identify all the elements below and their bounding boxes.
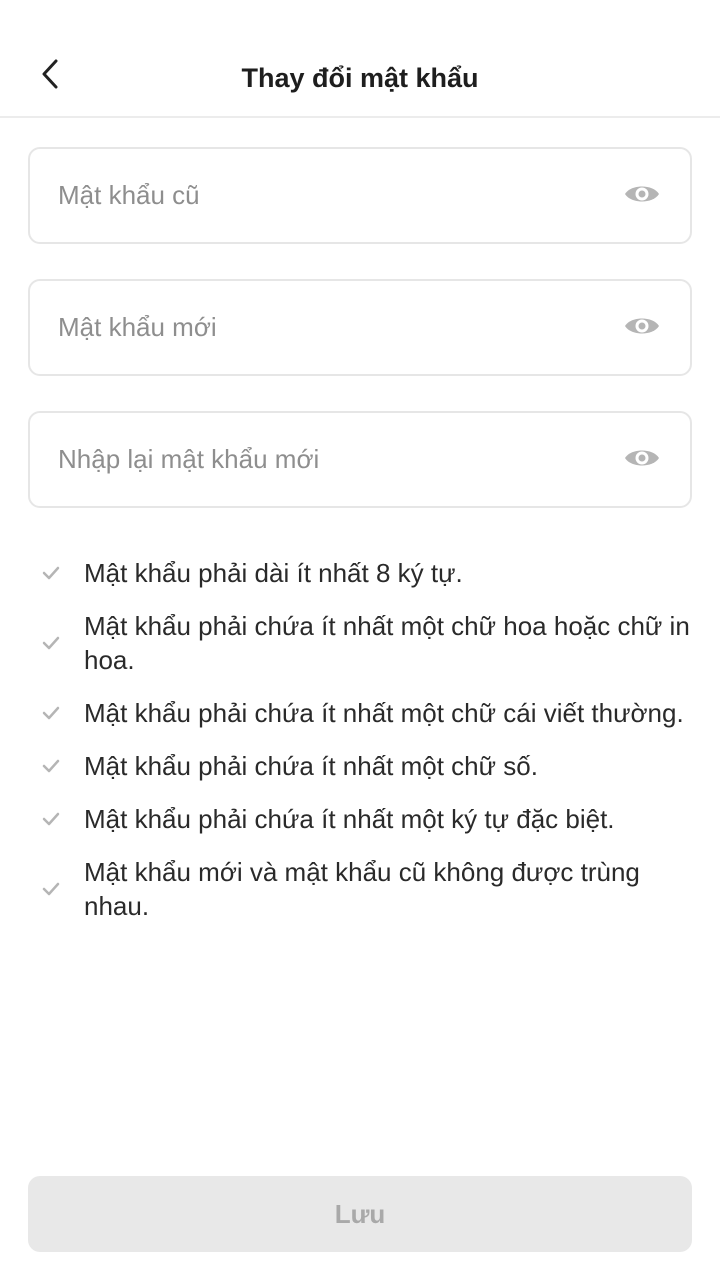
confirm-password-input[interactable] bbox=[58, 413, 598, 506]
check-icon bbox=[40, 632, 62, 654]
check-icon bbox=[40, 878, 62, 900]
eye-icon bbox=[624, 313, 660, 344]
rule-item: Mật khẩu phải chứa ít nhất một chữ hoa h… bbox=[40, 609, 690, 677]
rule-item: Mật khẩu phải chứa ít nhất một ký tự đặc… bbox=[40, 802, 690, 836]
old-password-input[interactable] bbox=[58, 149, 598, 242]
password-rules-list: Mật khẩu phải dài ít nhất 8 ký tự. Mật k… bbox=[40, 556, 690, 942]
toggle-old-password-visibility[interactable] bbox=[622, 178, 662, 214]
toggle-confirm-password-visibility[interactable] bbox=[622, 442, 662, 478]
page-title: Thay đổi mật khẩu bbox=[241, 63, 479, 93]
check-icon bbox=[40, 808, 62, 830]
confirm-password-field[interactable] bbox=[28, 411, 692, 508]
rule-text: Mật khẩu phải dài ít nhất 8 ký tự. bbox=[84, 558, 463, 588]
eye-icon bbox=[624, 445, 660, 476]
check-icon bbox=[40, 702, 62, 724]
rule-text: Mật khẩu mới và mật khẩu cũ không được t… bbox=[84, 857, 640, 921]
check-icon bbox=[40, 562, 62, 584]
new-password-input[interactable] bbox=[58, 281, 598, 374]
rule-item: Mật khẩu mới và mật khẩu cũ không được t… bbox=[40, 855, 690, 923]
rule-text: Mật khẩu phải chứa ít nhất một chữ hoa h… bbox=[84, 611, 690, 675]
rule-item: Mật khẩu phải chứa ít nhất một chữ cái v… bbox=[40, 696, 690, 730]
toggle-new-password-visibility[interactable] bbox=[622, 310, 662, 346]
old-password-field[interactable] bbox=[28, 147, 692, 244]
save-button[interactable]: Lưu bbox=[28, 1176, 692, 1252]
rule-item: Mật khẩu phải dài ít nhất 8 ký tự. bbox=[40, 556, 690, 590]
rule-text: Mật khẩu phải chứa ít nhất một chữ số. bbox=[84, 751, 538, 781]
eye-icon bbox=[624, 181, 660, 212]
rule-text: Mật khẩu phải chứa ít nhất một ký tự đặc… bbox=[84, 804, 615, 834]
header-bar: Thay đổi mật khẩu bbox=[0, 0, 720, 118]
rule-text: Mật khẩu phải chứa ít nhất một chữ cái v… bbox=[84, 698, 684, 728]
rule-item: Mật khẩu phải chứa ít nhất một chữ số. bbox=[40, 749, 690, 783]
new-password-field[interactable] bbox=[28, 279, 692, 376]
check-icon bbox=[40, 755, 62, 777]
